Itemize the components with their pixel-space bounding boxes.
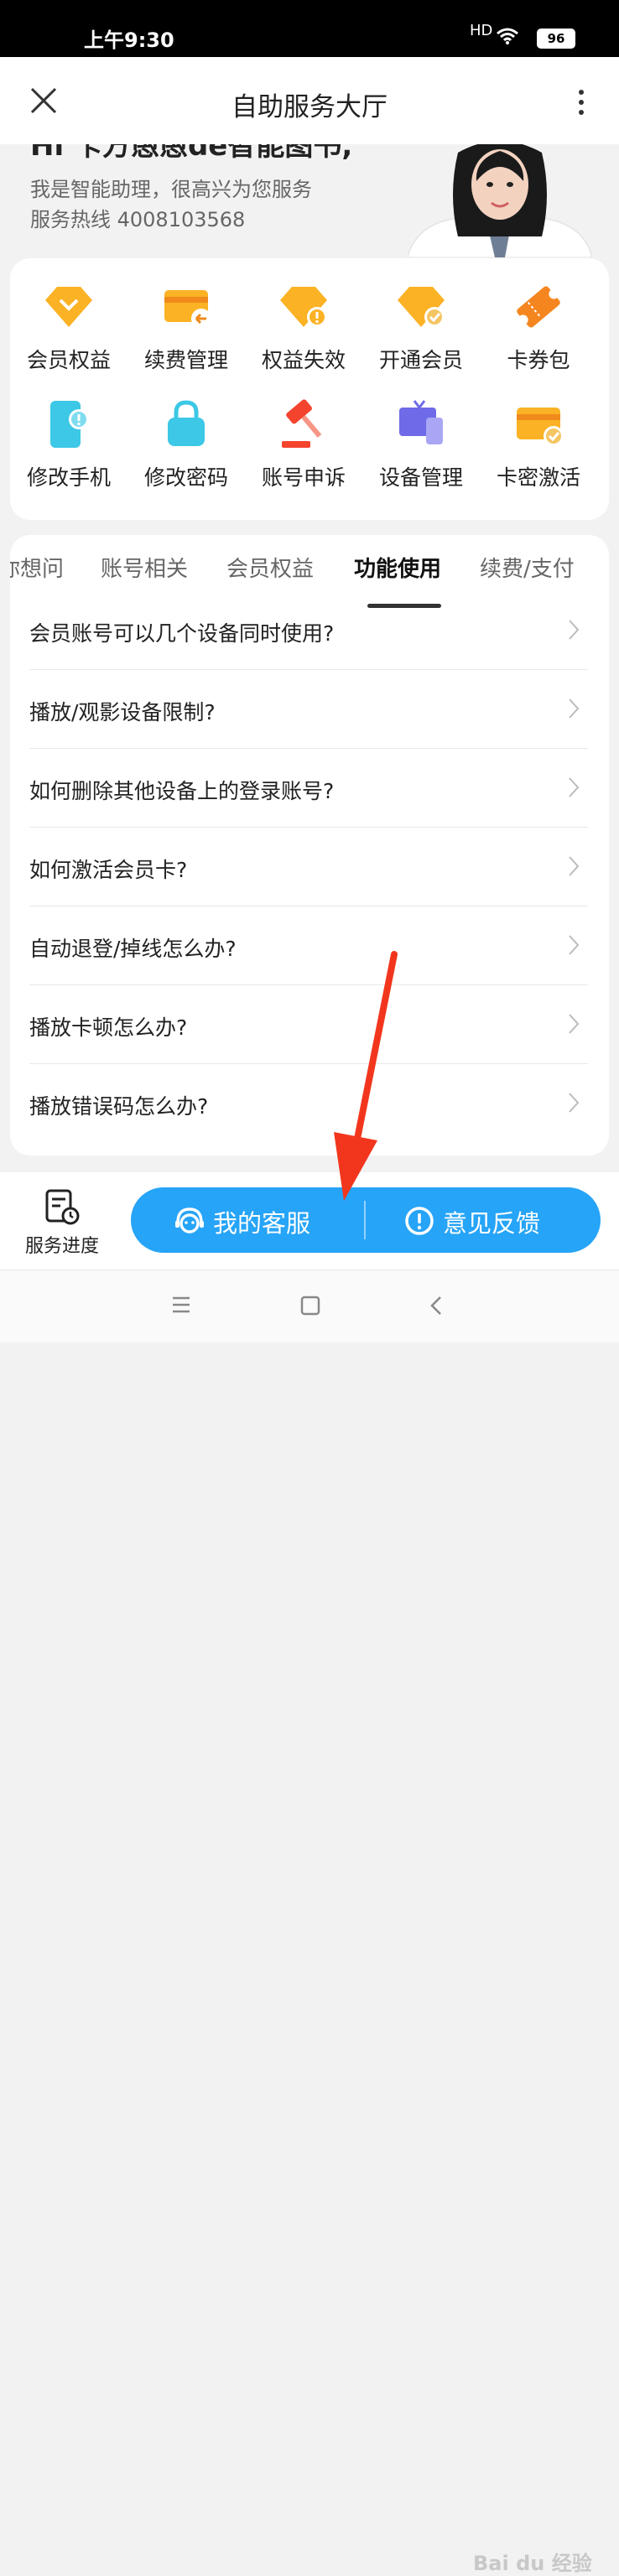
faq-item[interactable]: 如何删除其他设备上的登录账号? [29, 748, 588, 828]
service-label: 卡券包 [507, 348, 570, 372]
service-label: 会员权益 [26, 348, 111, 372]
chevron-right-icon [569, 620, 580, 640]
faq-question: 播放卡顿怎么办? [29, 1015, 188, 1040]
status-time: 上午9:30 [84, 29, 174, 52]
service-label: 修改手机 [26, 465, 111, 490]
more-options-icon[interactable] [575, 87, 588, 117]
ticket-icon [517, 286, 560, 328]
service-item-card-activation[interactable]: 卡密激活 [480, 376, 597, 493]
diamond-warning-icon [280, 287, 327, 327]
faq-card: 猜你想问 账号相关 会员权益 功能使用 续费/支付 会员账号可以几个设备同时使用… [10, 535, 609, 1156]
assistant-avatar [408, 144, 592, 257]
service-item-account-appeal[interactable]: 账号申诉 [245, 376, 362, 493]
devices-icon [399, 400, 443, 444]
service-hotline: 服务热线 4008103568 [30, 208, 246, 231]
exclamation-circle-icon [405, 1207, 434, 1235]
faq-item[interactable]: 播放/观影设备限制? [29, 669, 588, 749]
service-label: 设备管理 [378, 465, 463, 490]
faq-item[interactable]: 如何激活会员卡? [29, 827, 588, 906]
faq-item[interactable]: 播放错误码怎么办? [29, 1063, 588, 1142]
service-item-benefit-expired[interactable]: 权益失效 [245, 258, 362, 376]
service-label: 修改密码 [143, 465, 228, 490]
faq-item[interactable]: 播放卡顿怎么办? [29, 984, 588, 1064]
tab-renewal-payment[interactable]: 续费/支付 [480, 552, 575, 583]
service-grid: 会员权益 续费管理 权益失效 开通会员 卡券包 修改手机 修改密码 账号申诉 设… [10, 258, 609, 520]
service-item-change-phone[interactable]: 修改手机 [10, 376, 127, 493]
feedback-button[interactable]: 意见反馈 [366, 1187, 601, 1253]
tab-member-benefits[interactable]: 会员权益 [226, 552, 314, 583]
support-actions-pill: 我的客服 意见反馈 [131, 1187, 601, 1253]
service-progress-label: 服务进度 [24, 1236, 99, 1257]
customer-service-icon [175, 1208, 204, 1233]
tab-features[interactable]: 功能使用 [354, 552, 441, 583]
phone-warning-icon [50, 401, 89, 448]
service-label: 卡密激活 [496, 465, 580, 490]
faq-question: 如何激活会员卡? [29, 858, 188, 882]
greeting-title: Hi 卡方愚愚de智能图书, [30, 144, 353, 163]
battery-indicator: 96 [537, 29, 575, 49]
chevron-right-icon [569, 777, 580, 797]
my-customer-service-button[interactable]: 我的客服 [131, 1187, 364, 1253]
service-progress-button[interactable]: 服务进度 [20, 1189, 104, 1258]
gavel-icon [282, 399, 322, 448]
watermark: Bai du 经验 [473, 2552, 592, 2575]
chevron-right-icon [569, 1093, 580, 1113]
page-title: 自助服务大厅 [231, 92, 388, 122]
diamond-check-icon [398, 287, 445, 327]
chevron-right-icon [569, 856, 580, 876]
menu-icon[interactable] [171, 1296, 191, 1314]
back-icon[interactable] [429, 1296, 443, 1316]
home-icon[interactable] [300, 1296, 320, 1316]
chevron-right-icon [569, 699, 580, 719]
faq-question: 会员账号可以几个设备同时使用? [29, 621, 335, 646]
faq-question: 播放错误码怎么办? [29, 1094, 209, 1119]
service-item-member-benefits[interactable]: 会员权益 [10, 258, 127, 376]
tab-account[interactable]: 账号相关 [101, 552, 188, 583]
feedback-label: 意见反馈 [443, 1209, 541, 1238]
chevron-right-icon [569, 935, 580, 955]
faq-question: 自动退登/掉线怎么办? [29, 937, 237, 961]
lock-icon [168, 400, 205, 446]
wifi-icon [497, 28, 518, 44]
faq-question: 播放/观影设备限制? [29, 700, 216, 724]
card-return-icon [164, 290, 211, 329]
chevron-right-icon [569, 1014, 580, 1034]
my-customer-service-label: 我的客服 [213, 1209, 311, 1238]
greeting-subtitle: 我是智能助理，很高兴为您服务 [30, 178, 312, 201]
system-navigation-bar: Bai du 经验 [0, 1270, 619, 2575]
faq-item[interactable]: 会员账号可以几个设备同时使用? [29, 590, 588, 670]
service-item-renewal[interactable]: 续费管理 [127, 258, 245, 376]
service-item-change-password[interactable]: 修改密码 [127, 376, 245, 493]
service-label: 续费管理 [143, 348, 228, 372]
service-label: 账号申诉 [261, 465, 346, 490]
document-clock-icon [45, 1189, 80, 1225]
bottom-action-bar: 服务进度 我的客服 意见反馈 [0, 1172, 619, 1270]
signal-icon: HD [470, 22, 493, 39]
faq-question: 如何删除其他设备上的登录账号? [29, 779, 335, 803]
service-item-open-membership[interactable]: 开通会员 [362, 258, 480, 376]
service-label: 开通会员 [378, 348, 463, 372]
faq-item[interactable]: 自动退登/掉线怎么办? [29, 906, 588, 985]
service-item-coupon-wallet[interactable]: 卡券包 [480, 258, 597, 376]
status-bar: 上午9:30 HD 96 [0, 0, 619, 57]
card-check-icon [517, 408, 564, 446]
tab-guess-you-ask[interactable]: 猜你想问 [10, 552, 64, 583]
service-item-device-management[interactable]: 设备管理 [362, 376, 480, 493]
top-navigation-bar: 自助服务大厅 [0, 57, 619, 144]
service-label: 权益失效 [261, 348, 346, 372]
diamond-icon [45, 287, 92, 327]
